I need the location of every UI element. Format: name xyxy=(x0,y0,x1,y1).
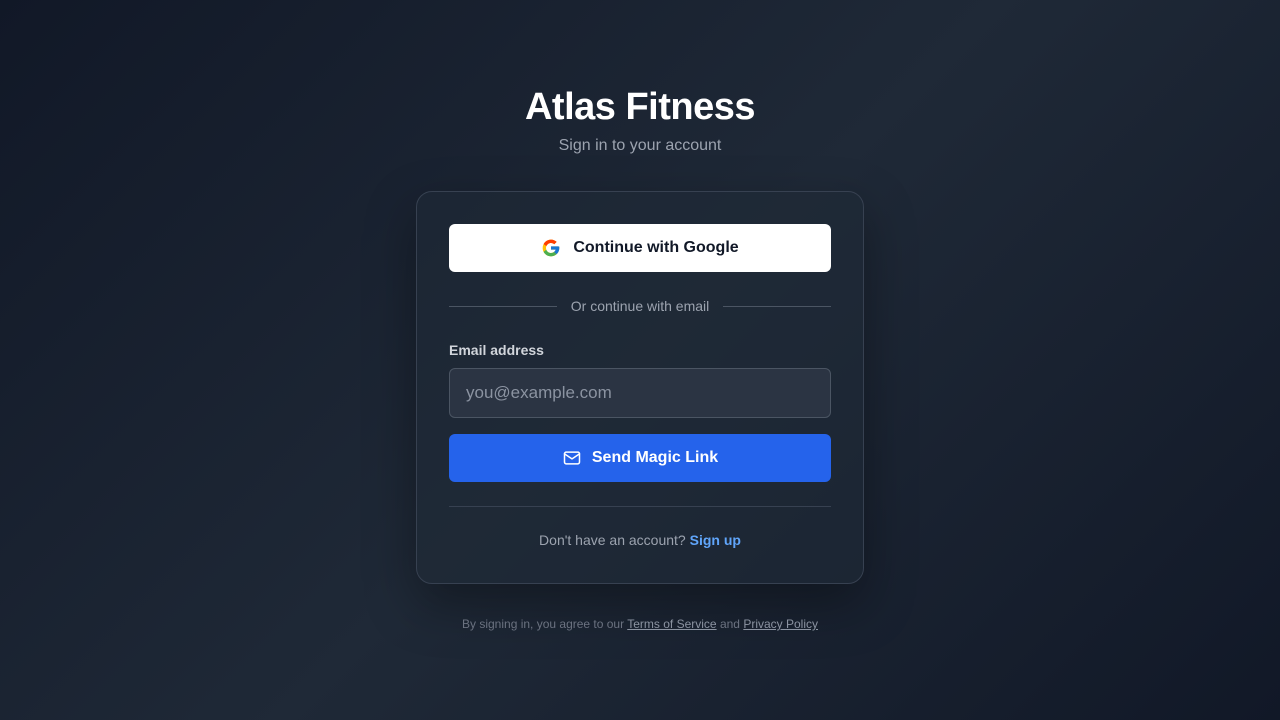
email-input[interactable] xyxy=(449,368,831,418)
divider: Or continue with email xyxy=(449,296,832,316)
legal-prefix: By signing in, you agree to our xyxy=(462,617,625,631)
signup-prompt: Don't have an account? xyxy=(539,532,686,548)
terms-of-service-link[interactable]: Terms of Service xyxy=(627,617,716,631)
divider-line-left xyxy=(449,305,557,307)
divider-line-right xyxy=(723,305,832,307)
app-title: Atlas Fitness xyxy=(524,86,756,128)
legal-conjunction: and xyxy=(719,617,740,631)
email-label: Email address xyxy=(449,342,544,358)
sign-in-card: Continue with Google Or continue with em… xyxy=(416,191,864,584)
privacy-policy-link[interactable]: Privacy Policy xyxy=(743,617,818,631)
mail-icon xyxy=(562,448,582,468)
google-button-label: Continue with Google xyxy=(573,239,739,256)
send-magic-link-button[interactable]: Send Magic Link xyxy=(449,434,831,482)
signup-row: Don't have an account? Sign up xyxy=(449,532,831,548)
magic-link-button-label: Send Magic Link xyxy=(591,449,719,466)
google-sign-in-button[interactable]: Continue with Google xyxy=(449,224,831,272)
page-subtitle: Sign in to your account xyxy=(558,137,722,154)
divider-text: Or continue with email xyxy=(570,298,710,314)
google-icon xyxy=(541,238,561,258)
sign-up-link[interactable]: Sign up xyxy=(690,532,741,548)
legal-notice: By signing in, you agree to our Terms of… xyxy=(0,617,1280,631)
card-separator xyxy=(449,506,831,507)
header: Atlas Fitness Sign in to your account xyxy=(0,84,1280,156)
